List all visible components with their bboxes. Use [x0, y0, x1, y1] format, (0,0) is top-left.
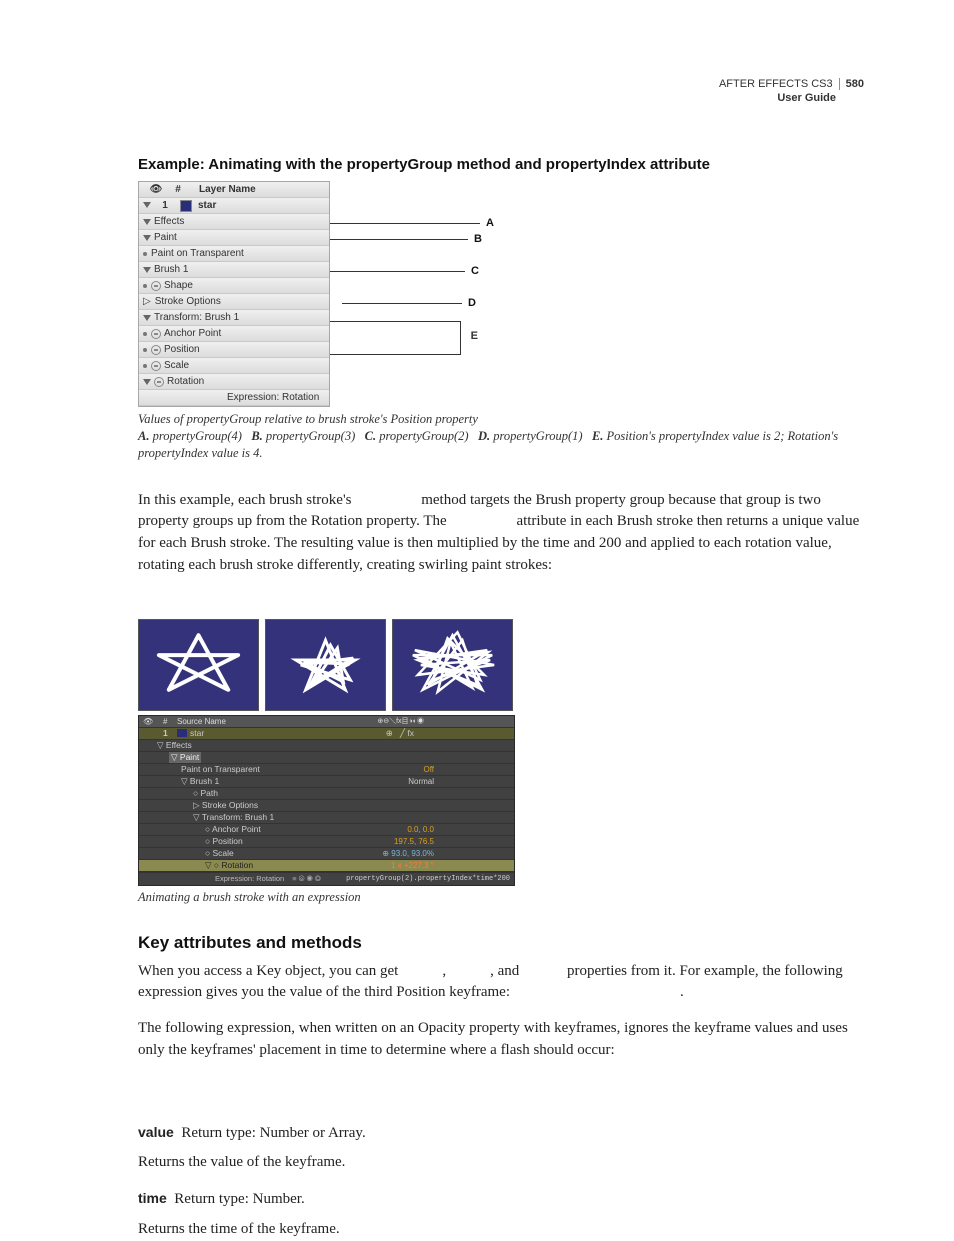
figure-brush-animation: 👁# Source Name ⊕⊖＼fx目◑◐◉ 1 star ⊕ ╱ fx ▽… [138, 619, 513, 886]
callout-A: A [330, 223, 480, 225]
thumb-1 [138, 619, 259, 711]
layer-num: 1 [154, 200, 176, 211]
product-name: AFTER EFFECTS CS3 [719, 78, 833, 90]
r-effects: ▽ Effects [139, 740, 514, 752]
row-anchor: Anchor Point [139, 326, 329, 342]
timeline-panel: 👁 # Layer Name 1 star Effects Paint Pain… [138, 181, 330, 407]
thead: 👁# Source Name ⊕⊖＼fx目◑◐◉ [139, 716, 514, 728]
page-header: AFTER EFFECTS CS3 580 User Guide [719, 78, 864, 104]
r-pos: ○ Position197.5, 76.5 [139, 836, 514, 848]
layer-row: 1 star [139, 198, 329, 214]
section-title: Example: Animating with the propertyGrou… [138, 156, 864, 173]
row-scale: Scale [139, 358, 329, 374]
thumb-2 [265, 619, 386, 711]
callout-D: D [342, 303, 462, 305]
guide-label: User Guide [719, 92, 836, 104]
r-so: ▷ Stroke Options [139, 800, 514, 812]
tlayer: 1 star ⊕ ╱ fx [139, 728, 514, 740]
def-value-desc: Returns the value of the keyframe. [138, 1152, 864, 1174]
callout-C: C [330, 271, 465, 273]
row-expr: Expression: Rotation [139, 390, 329, 406]
body-para-2: When you access a Key object, you can ge… [138, 961, 864, 1005]
row-paint: Paint [139, 230, 329, 246]
r-ap: ○ Anchor Point0.0, 0.0 [139, 824, 514, 836]
layer-swatch [180, 200, 192, 212]
row-strokeopts: ▷Stroke Options [139, 294, 329, 310]
subhead-key: Key attributes and methods [138, 933, 864, 953]
r-paint: ▽ Paint [139, 752, 514, 764]
r-pot: Paint on TransparentOff [139, 764, 514, 776]
layer-name: star [196, 200, 216, 211]
body-para-3: The following expression, when written o… [138, 1018, 864, 1062]
def-time-desc: Returns the time of the keyframe. [138, 1219, 864, 1241]
r-rot: ▽ ○ Rotation1 x +227.3 ° [139, 860, 514, 872]
figure-property-tree: 👁 # Layer Name 1 star Effects Paint Pain… [138, 181, 488, 407]
r-path: ○ Path [139, 788, 514, 800]
r-brush: ▽ Brush 1Normal [139, 776, 514, 788]
col-num: # [169, 184, 187, 195]
callout-B: B [330, 239, 468, 241]
figure1-caption: Values of propertyGroup relative to brus… [138, 411, 864, 462]
col-layer: Layer Name [187, 184, 256, 195]
def-value: value Return type: Number or Array. [138, 1122, 864, 1145]
callout-E: E [330, 321, 461, 355]
r-expr: Expression: Rotation ≡ ⦾ ◉ ◎ propertyGro… [139, 872, 514, 885]
timeline-detail: 👁# Source Name ⊕⊖＼fx目◑◐◉ 1 star ⊕ ╱ fx ▽… [138, 715, 515, 886]
row-rotation: Rotation [139, 374, 329, 390]
figure2-caption: Animating a brush stroke with an express… [138, 890, 864, 905]
eye-icon: 👁 [143, 184, 169, 195]
def-time: time Return type: Number. [138, 1188, 864, 1211]
row-brush: Brush 1 [139, 262, 329, 278]
thumb-3 [392, 619, 513, 711]
body-para-1: In this example, each brush stroke's met… [138, 490, 864, 577]
row-effects: Effects [139, 214, 329, 230]
row-pot: Paint on Transparent [139, 246, 329, 262]
panel-header: 👁 # Layer Name [139, 182, 329, 198]
r-tf: ▽ Transform: Brush 1 [139, 812, 514, 824]
page-number: 580 [839, 78, 864, 90]
row-transform: Transform: Brush 1 [139, 310, 329, 326]
thumbnails [138, 619, 513, 711]
row-shape: Shape [139, 278, 329, 294]
r-sc: ○ Scale⊕ 93.0, 93.0% [139, 848, 514, 860]
row-position: Position [139, 342, 329, 358]
twirl-icon [143, 202, 151, 208]
